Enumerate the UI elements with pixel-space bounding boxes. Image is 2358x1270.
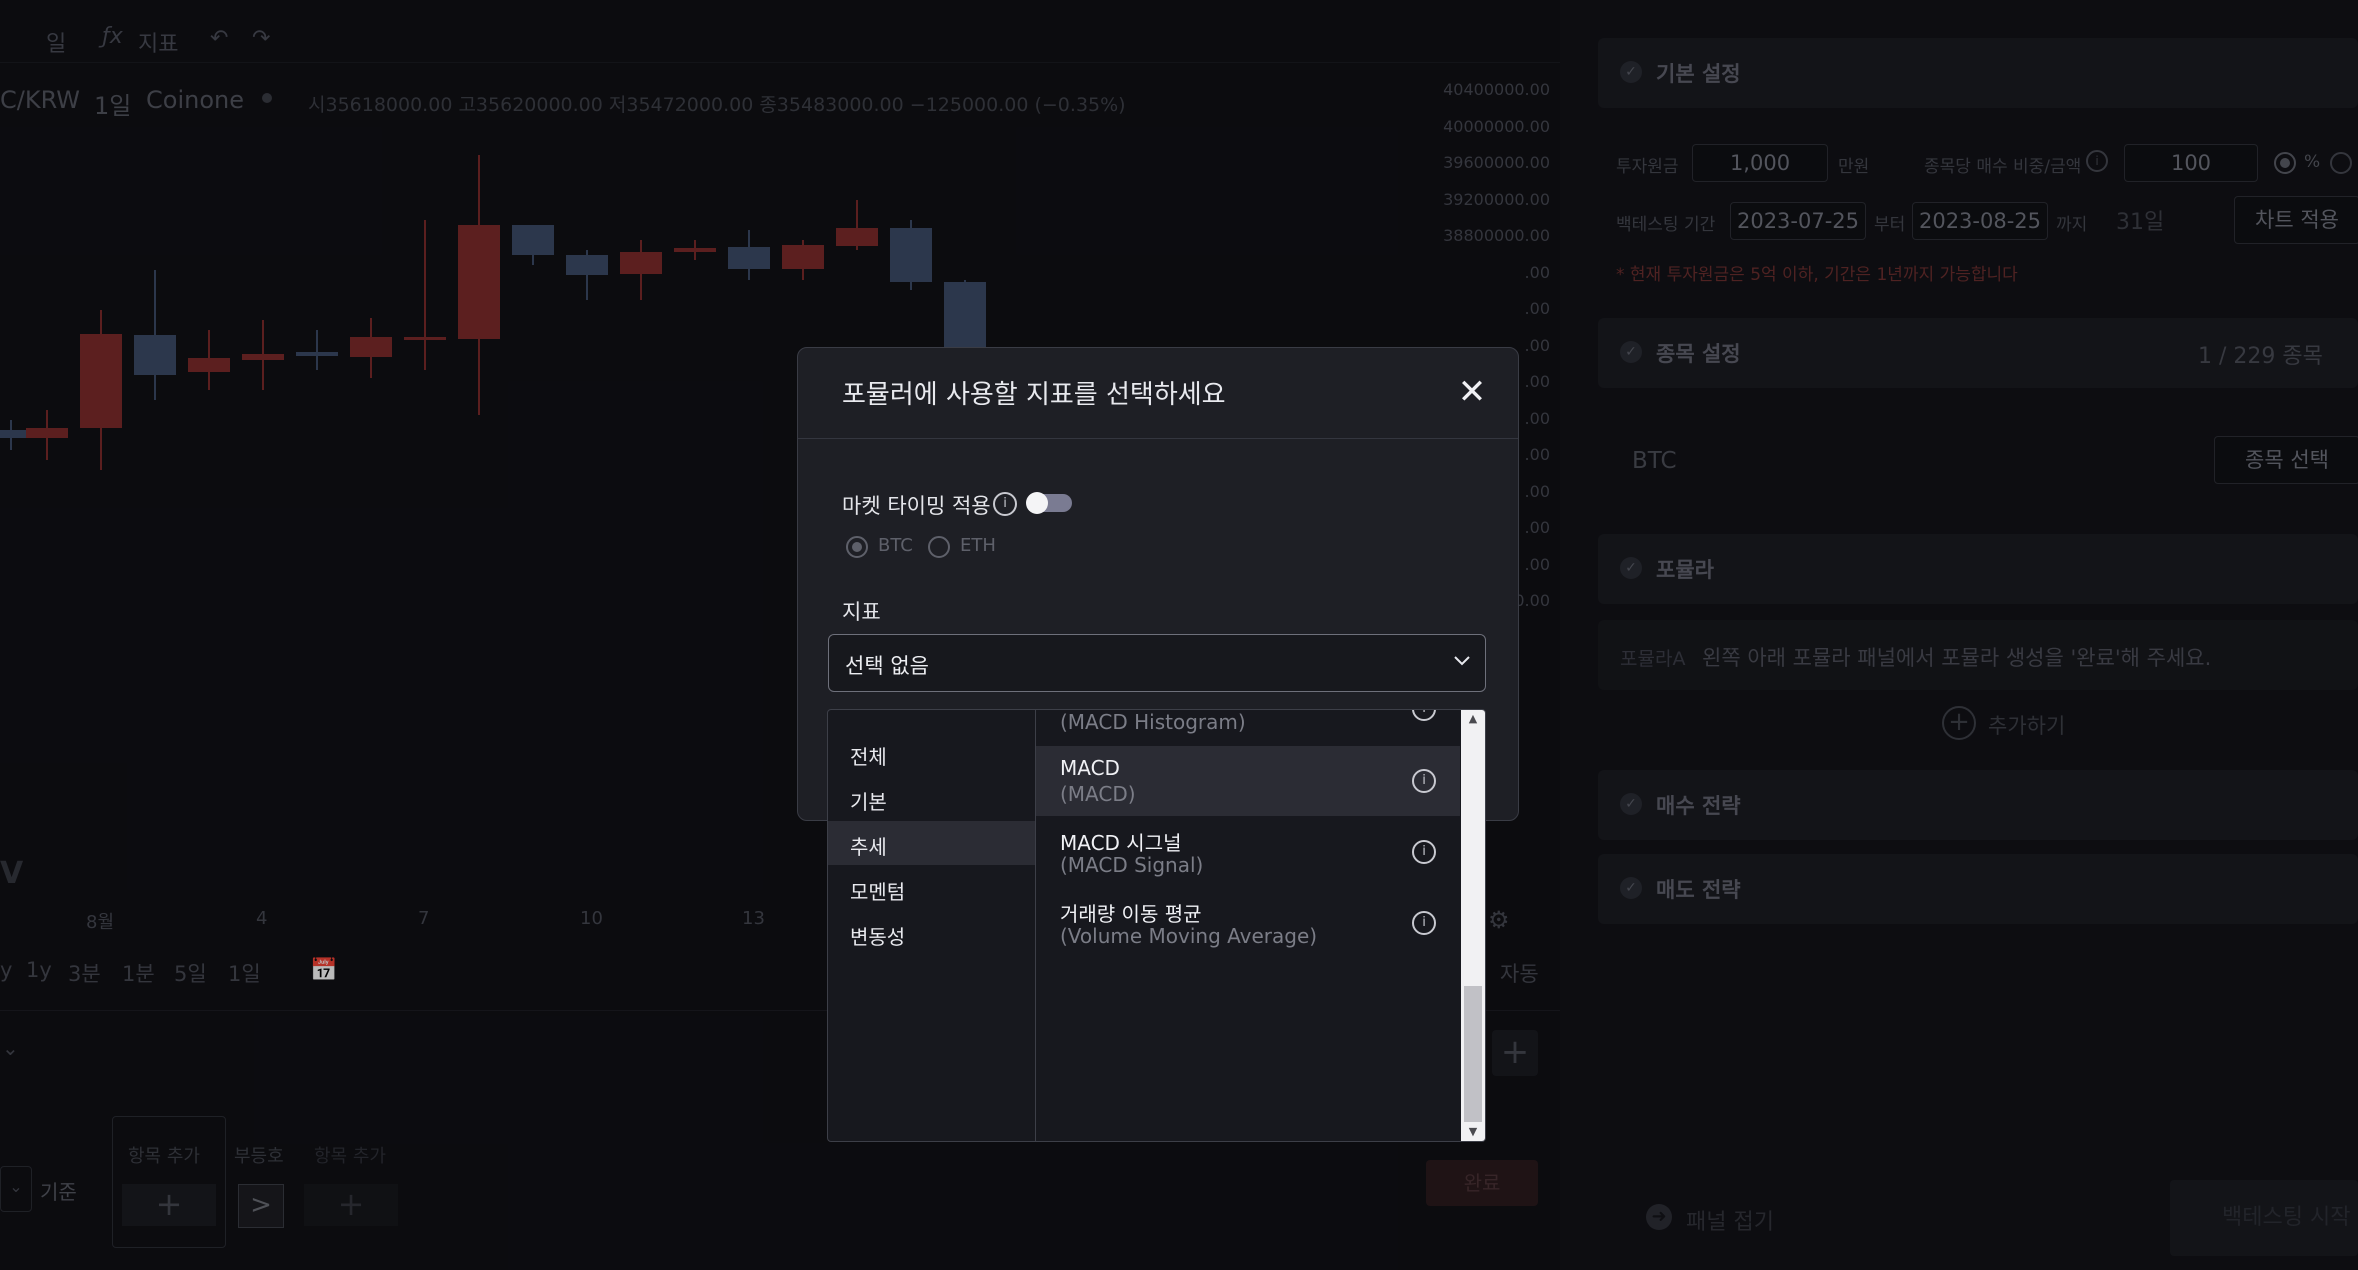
indicator-item-macd[interactable]: MACD (MACD) i [1036,746,1460,816]
indicator-item-volume-ma[interactable]: 거래량 이동 평균 (Volume Moving Average) i [1036,888,1460,958]
market-timing-toggle[interactable] [1026,492,1072,514]
indicator-name: MACD [1060,756,1120,780]
scrollbar[interactable]: ▲ ▼ [1461,710,1485,1141]
category-trend[interactable]: 추세 [828,821,1035,865]
category-list: 전체 기본 추세 모멘텀 변동성 [828,710,1036,1141]
category-label: 변동성 [850,925,906,949]
market-timing-label: 마켓 타이밍 적용 [842,494,991,518]
radio-btc[interactable] [846,536,868,558]
category-label: 기본 [850,790,887,814]
toggle-knob [1026,492,1048,514]
category-label: 추세 [850,835,887,859]
indicator-dropdown: 전체 기본 추세 모멘텀 변동성 (MACD Histogram) i MACD… [827,709,1486,1142]
radio-btc-label: BTC [878,535,913,556]
modal-header: 포뮬러에 사용할 지표를 선택하세요 ✕ [798,348,1518,439]
category-volatility[interactable]: 변동성 [828,911,1035,955]
indicator-name: 거래량 이동 평균 [1060,902,1202,926]
category-label: 전체 [850,745,887,769]
info-icon[interactable]: i [1412,840,1436,864]
modal-title: 포뮬러에 사용할 지표를 선택하세요 [842,380,1226,410]
info-icon[interactable]: i [1412,710,1436,721]
indicator-item-macd-histogram[interactable]: (MACD Histogram) i [1036,710,1460,744]
category-all[interactable]: 전체 [828,731,1035,775]
info-icon[interactable]: i [993,492,1017,516]
indicator-label: 지표 [842,600,881,624]
radio-eth[interactable] [928,536,950,558]
close-icon[interactable]: ✕ [1452,372,1492,412]
scrollbar-thumb[interactable] [1464,986,1482,1122]
scroll-down-icon[interactable]: ▼ [1461,1123,1485,1141]
indicator-select[interactable]: 선택 없음 [828,634,1486,692]
radio-eth-label: ETH [960,535,996,556]
info-icon[interactable]: i [1412,911,1436,935]
category-label: 모멘텀 [850,880,906,904]
category-momentum[interactable]: 모멘텀 [828,866,1035,910]
scroll-up-icon[interactable]: ▲ [1461,710,1485,728]
indicator-subtitle: (MACD Signal) [1060,853,1204,877]
info-icon[interactable]: i [1412,769,1436,793]
indicator-select-value: 선택 없음 [845,654,929,678]
indicator-name: MACD 시그널 [1060,831,1182,855]
chevron-down-icon [1454,656,1470,666]
category-basic[interactable]: 기본 [828,776,1035,820]
indicator-subtitle: (MACD) [1060,782,1136,806]
indicator-list: (MACD Histogram) i MACD (MACD) i MACD 시그… [1036,710,1460,1141]
indicator-subtitle: (Volume Moving Average) [1060,924,1318,948]
indicator-subtitle: (MACD Histogram) [1060,710,1246,734]
indicator-item-macd-signal[interactable]: MACD 시그널 (MACD Signal) i [1036,817,1460,887]
